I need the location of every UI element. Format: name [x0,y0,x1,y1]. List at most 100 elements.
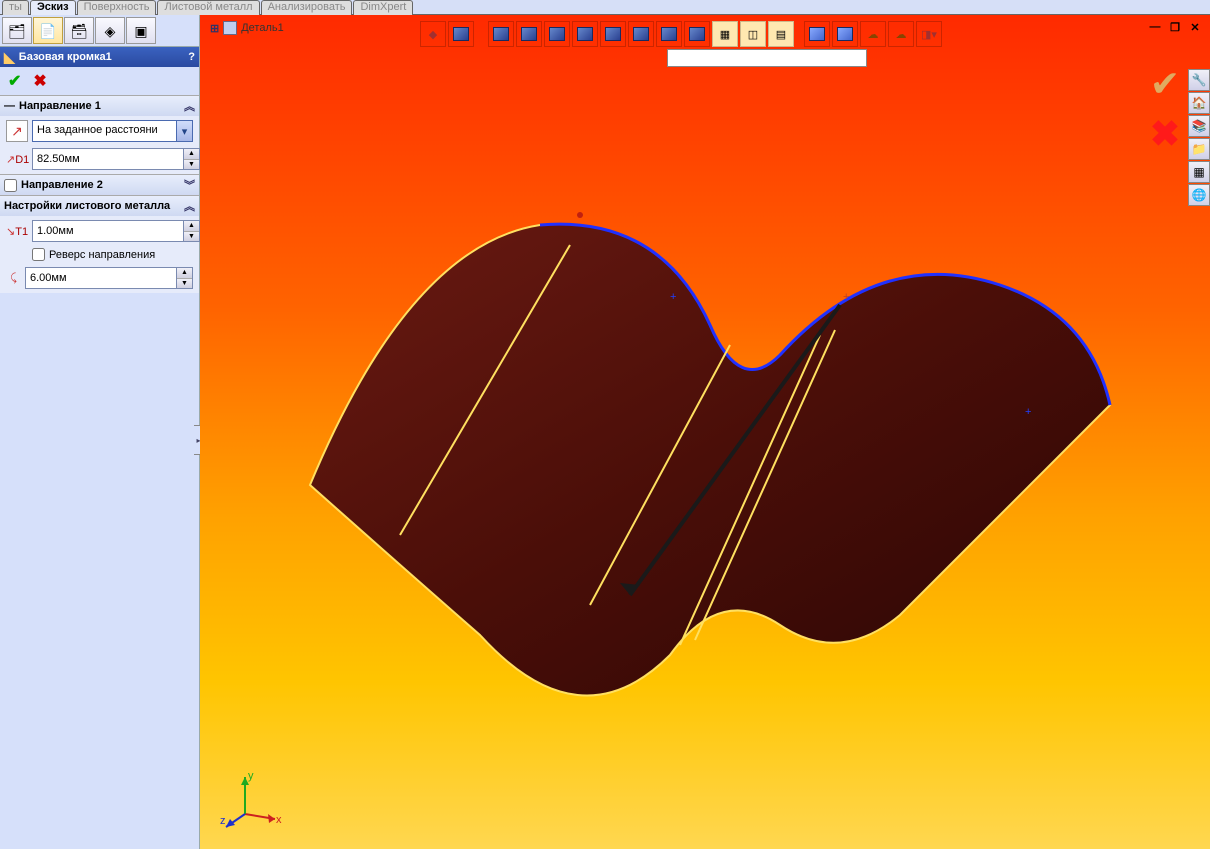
svg-text:+: + [1025,406,1031,418]
reverse-direction-button[interactable]: ↗ [6,120,28,142]
feature-manager-tab[interactable]: 🗂 [2,17,32,44]
design-library-tab[interactable]: 📚 [1188,115,1210,137]
direction2-title: Направление 2 [21,179,103,191]
end-condition-value: На заданное расстояни [33,121,176,141]
direction1-title: Направление 1 [19,100,101,112]
svg-text:x: x [276,814,282,826]
zoom-area-button[interactable] [448,21,474,47]
property-manager-tab[interactable]: 📄 [33,17,63,44]
window-buttons: — ❐ ✕ [1146,19,1204,35]
appearance-button[interactable]: ☁ [860,21,886,47]
direction2-group: Направление 2 ︾ [0,174,199,195]
zoom-fit-button[interactable]: ◆ [420,21,446,47]
sheetmetal-title: Настройки листового металла [4,200,170,212]
svg-text:y: y [248,770,254,782]
corner-confirm: ✔ ✖ [1150,63,1180,155]
feature-title: Базовая кромка1 [19,51,112,63]
confirm-row: ✔ ✖ [0,67,199,95]
view-front-button[interactable] [488,21,514,47]
part-icon [223,21,237,35]
view-bottom-button[interactable] [628,21,654,47]
end-condition-combo[interactable]: На заданное расстояни ▾ [32,120,193,142]
property-manager: 🗂 📄 🗃 ◈ ▣ ◣ Базовая кромка1 ? ✔ ✖ — Напр… [0,15,200,849]
config-icon: 🗃 [70,24,88,38]
task-pane: 🔧 🏠 📚 📁 ▦ 🌐 [1188,69,1210,206]
tab-analyze[interactable]: Анализировать [261,0,353,15]
tab-surface[interactable]: Поверхность [77,0,157,15]
configuration-manager-tab[interactable]: 🗃 [64,17,94,44]
close-button[interactable]: ✕ [1186,19,1204,35]
bend-radius-spinner[interactable]: ▲▼ [176,268,192,288]
view-palette-tab[interactable]: ▦ [1188,161,1210,183]
view-iso-button[interactable] [656,21,682,47]
combo-dropdown-icon[interactable]: ▾ [176,121,192,141]
tab-features[interactable]: ты [2,0,29,15]
view-settings-button[interactable]: ◨▾ [916,21,942,47]
tab-sketch[interactable]: Эскиз [30,0,76,15]
orientation-triad[interactable]: x y z [220,769,280,829]
tree-icon: 🗂 [8,24,26,38]
tab-sheet-metal[interactable]: Листовой металл [157,0,259,15]
scene-button[interactable] [804,21,830,47]
sheetmetal-header[interactable]: Настройки листового металла ︽ [0,196,199,216]
corner-ok-button[interactable]: ✔ [1150,63,1180,105]
command-manager-tabs: ты Эскиз Поверхность Листовой металл Ана… [0,0,1210,15]
apply-scene-button[interactable]: ☁ [888,21,914,47]
bend-radius-input[interactable]: ▲▼ [25,267,193,289]
expand-tree-icon[interactable]: ⊞ [210,22,219,35]
ok-button[interactable]: ✔ [4,71,25,91]
file-explorer-tab[interactable]: 📁 [1188,138,1210,160]
view-back-button[interactable] [516,21,542,47]
minimize-button[interactable]: — [1146,19,1164,35]
property-icon: 📄 [39,24,56,38]
collapse-icon[interactable]: ︽ [184,98,195,114]
restore-button[interactable]: ❐ [1166,19,1184,35]
target-icon: ◈ [105,24,116,38]
section-view-button[interactable]: ◫ [740,21,766,47]
graphics-viewport[interactable]: ⊞ Деталь1 ◆ ▦ ◫ ▤ ☁ ☁ ◨▾ [200,15,1210,849]
reverse-direction-label: Реверс направления [49,249,155,261]
direction2-header[interactable]: Направление 2 ︾ [0,175,199,195]
d1-input[interactable]: ▲▼ [32,148,200,170]
reverse-direction-row[interactable]: Реверс направления [32,248,193,261]
view-normal-button[interactable] [684,21,710,47]
thickness-spinner[interactable]: ▲▼ [183,221,199,241]
sheetmetal-group: Настройки листового металла ︽ ↘T1 ▲▼ Рев… [0,195,199,293]
view-top-button[interactable] [600,21,626,47]
display-style-button[interactable]: ▦ [712,21,738,47]
svg-text:+: + [670,291,676,303]
help-button[interactable]: ? [188,51,195,63]
tab-dimxpert[interactable]: DimXpert [353,0,413,15]
svg-text:+: + [843,291,849,303]
view-right-button[interactable] [572,21,598,47]
display-manager-tab[interactable]: ▣ [126,17,156,44]
bend-radius-field[interactable] [26,268,176,288]
reverse-arrow-icon: ↗ [11,124,23,138]
svg-text:z: z [220,815,226,827]
appearances-tab[interactable]: 🌐 [1188,184,1210,206]
dimxpert-manager-tab[interactable]: ◈ [95,17,125,44]
thickness-icon: ↘T1 [6,225,28,238]
reverse-direction-checkbox[interactable] [32,248,45,261]
collapse-icon[interactable]: ︽ [184,198,195,214]
direction1-header[interactable]: — Направление 1 ︽ [0,96,199,116]
corner-cancel-button[interactable]: ✖ [1150,113,1180,155]
cancel-button[interactable]: ✖ [29,71,50,91]
feature-title-bar: ◣ Базовая кромка1 ? [0,47,199,67]
display-icon: ▣ [134,24,147,38]
expand-icon[interactable]: ︾ [184,177,195,193]
d1-field[interactable] [33,149,183,169]
scene2-button[interactable] [832,21,858,47]
home-tab[interactable]: 🏠 [1188,92,1210,114]
d1-icon: ↗D1 [6,153,28,166]
thickness-field[interactable] [33,221,183,241]
view-left-button[interactable] [544,21,570,47]
resources-tab[interactable]: 🔧 [1188,69,1210,91]
thickness-input[interactable]: ▲▼ [32,220,200,242]
direction2-checkbox[interactable] [4,179,17,192]
view-heads-up-toolbar: ◆ ▦ ◫ ▤ ☁ ☁ ◨▾ [420,21,942,47]
hide-show-button[interactable]: ▤ [768,21,794,47]
d1-spinner[interactable]: ▲▼ [183,149,199,169]
manager-tabs: 🗂 📄 🗃 ◈ ▣ [0,15,199,47]
breadcrumb-text[interactable]: Деталь1 [241,22,284,34]
